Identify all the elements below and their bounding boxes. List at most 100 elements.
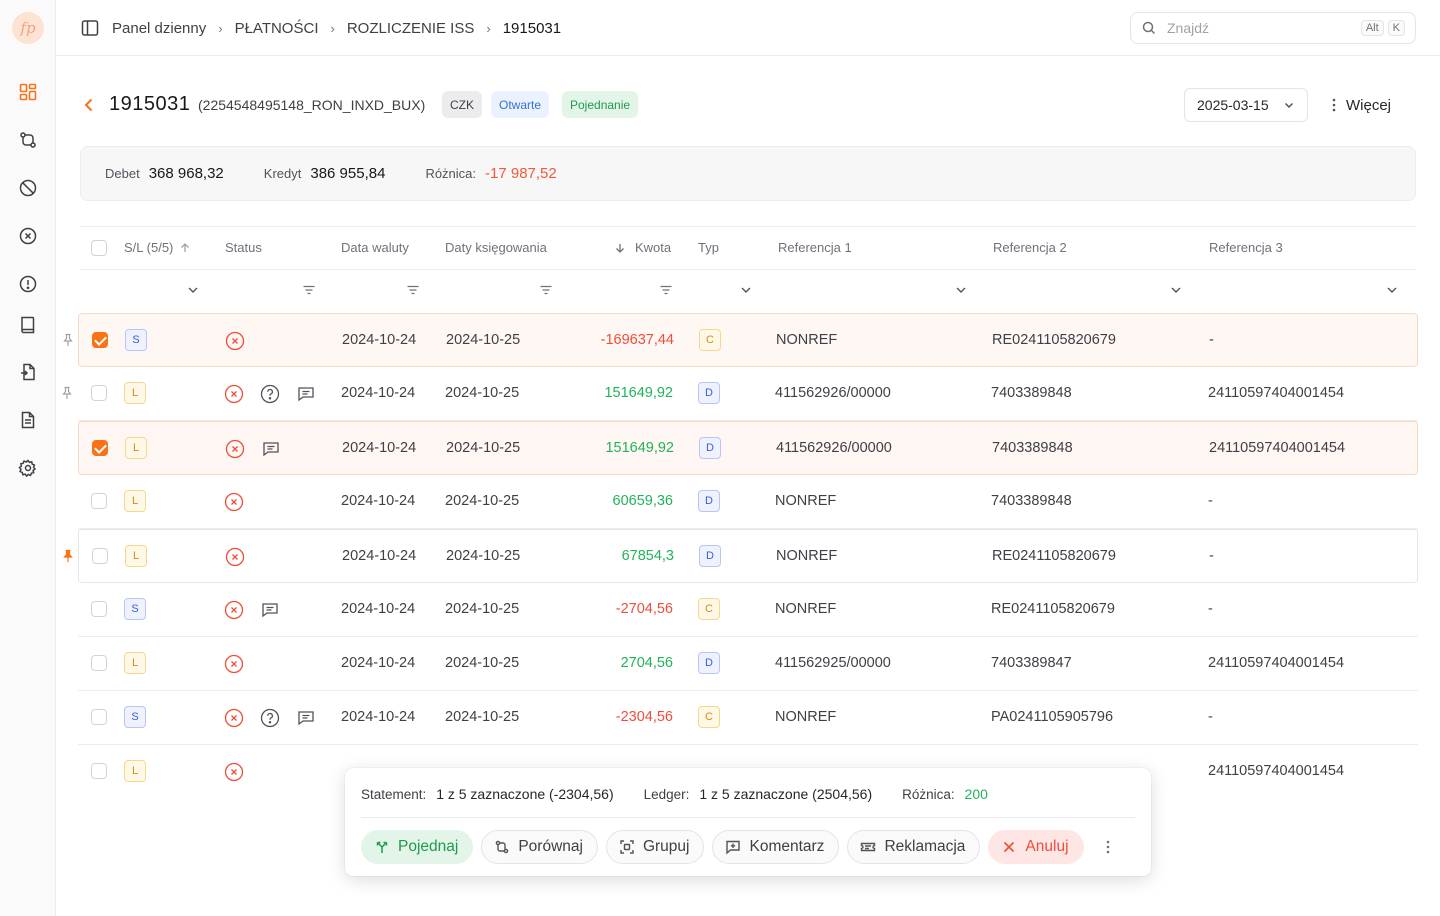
- comment-icon[interactable]: [261, 439, 281, 459]
- row-checkbox[interactable]: [92, 548, 108, 564]
- row-checkbox[interactable]: [91, 763, 107, 779]
- cancel-button[interactable]: Anuluj: [988, 830, 1084, 864]
- table-row[interactable]: L 2024-10-24 2024-10-25 60659,36 D NONRE…: [78, 475, 1418, 529]
- column-header-ref2[interactable]: Referencja 2: [993, 240, 1067, 255]
- gear-icon[interactable]: [16, 456, 40, 480]
- column-header-booking-date[interactable]: Daty księgowania: [445, 240, 547, 255]
- filter-icon[interactable]: [301, 282, 317, 298]
- table-row[interactable]: L 2024-10-24 2024-10-25 151649,92 D 4115…: [78, 421, 1418, 475]
- compare-button[interactable]: Porównaj: [481, 830, 598, 864]
- amount: -2304,56: [615, 709, 673, 725]
- row-checkbox[interactable]: [91, 601, 107, 617]
- table-row[interactable]: L 2024-10-24 2024-10-25 67854,3 D NONREF…: [63, 529, 1418, 583]
- table-row[interactable]: L 2024-10-24 2024-10-25 151649,92 D 4115…: [62, 367, 1418, 421]
- select-all-checkbox[interactable]: [91, 240, 107, 256]
- column-header-amount[interactable]: Kwota: [614, 240, 671, 255]
- row-checkbox[interactable]: [91, 709, 107, 725]
- question-icon[interactable]: [260, 384, 280, 404]
- document-icon[interactable]: [16, 408, 40, 432]
- chevron-down-icon[interactable]: [185, 282, 201, 298]
- table-row[interactable]: S 2024-10-24 2024-10-25 -169637,44 C NON…: [63, 313, 1418, 367]
- table-header: S/L (5/5) Status Data waluty Daty księgo…: [80, 226, 1416, 270]
- amount: 67854,3: [621, 548, 674, 564]
- column-header-sl[interactable]: S/L (5/5): [124, 240, 191, 255]
- chevron-down-icon[interactable]: [1384, 282, 1400, 298]
- sidebar-toggle-icon[interactable]: [80, 18, 100, 38]
- row-checkbox[interactable]: [91, 385, 107, 401]
- x-circle-icon[interactable]: [16, 224, 40, 248]
- alert-circle-icon[interactable]: [16, 272, 40, 296]
- date-select[interactable]: 2025-03-15: [1184, 88, 1308, 122]
- ref3: 24110597404001454: [1208, 655, 1345, 671]
- pin-icon[interactable]: [60, 386, 74, 400]
- reconcile-icon[interactable]: [16, 128, 40, 152]
- x-circle-icon: [224, 600, 244, 620]
- row-checkbox[interactable]: [91, 493, 107, 509]
- ref2: 7403389847: [991, 655, 1072, 671]
- breadcrumb-item[interactable]: PŁATNOŚCI: [235, 20, 319, 37]
- file-swap-icon[interactable]: [16, 360, 40, 384]
- chevron-down-icon[interactable]: [738, 282, 754, 298]
- column-header-status[interactable]: Status: [225, 240, 262, 255]
- filter-icon[interactable]: [538, 282, 554, 298]
- ref1: 411562925/00000: [775, 655, 891, 671]
- booking-date: 2024-10-25: [445, 709, 520, 725]
- credit-label: Kredyt: [263, 166, 302, 181]
- more-label: Więcej: [1346, 96, 1392, 114]
- pin-filled-icon[interactable]: [61, 549, 75, 563]
- row-checkbox[interactable]: [92, 440, 108, 456]
- amount: 151649,92: [605, 440, 674, 456]
- comment-icon[interactable]: [260, 600, 280, 620]
- row-checkbox[interactable]: [91, 655, 107, 671]
- book-icon[interactable]: [16, 312, 40, 336]
- x-circle-icon: [224, 384, 244, 404]
- value-date: 2024-10-24: [341, 655, 416, 671]
- breadcrumb-current: 1915031: [502, 19, 562, 37]
- pin-icon[interactable]: [61, 333, 75, 347]
- dashboard-icon[interactable]: [16, 80, 40, 104]
- topbar: Panel dzienny › PŁATNOŚCI › ROZLICZENIE …: [56, 0, 1440, 56]
- chevron-down-icon[interactable]: [1168, 282, 1184, 298]
- filter-icon[interactable]: [405, 282, 421, 298]
- ban-icon[interactable]: [16, 176, 40, 200]
- app-logo[interactable]: fp: [12, 12, 44, 44]
- comment-button[interactable]: Komentarz: [712, 830, 840, 864]
- claim-label: Reklamacja: [884, 838, 966, 855]
- search-input[interactable]: Znajdź Alt K: [1130, 12, 1416, 44]
- chevron-down-icon[interactable]: [953, 282, 969, 298]
- column-header-value-date[interactable]: Data waluty: [341, 240, 409, 255]
- selection-action-bar: Statement: 1 z 5 zaznaczone (-2304,56) L…: [345, 768, 1151, 876]
- booking-date: 2024-10-25: [446, 440, 521, 456]
- table-row[interactable]: L 2024-10-24 2024-10-25 2704,56 D 411562…: [78, 637, 1418, 691]
- kebab-icon: [1332, 98, 1336, 112]
- group-button[interactable]: Grupuj: [605, 830, 705, 864]
- more-button[interactable]: Więcej: [1332, 88, 1391, 122]
- breadcrumb-item[interactable]: ROZLICZENIE ISS: [347, 20, 475, 37]
- shortcut-key: K: [1387, 20, 1405, 36]
- ref1: 411562926/00000: [775, 385, 891, 401]
- sidebar: fp: [0, 0, 56, 916]
- value-date: 2024-10-24: [341, 493, 416, 509]
- match-button[interactable]: Pojednaj: [361, 830, 474, 864]
- x-circle-icon: [225, 547, 245, 567]
- column-header-ref1[interactable]: Referencja 1: [778, 240, 852, 255]
- filter-icon[interactable]: [658, 282, 674, 298]
- ref2: RE0241105820679: [992, 332, 1116, 348]
- claim-button[interactable]: Reklamacja: [847, 830, 981, 864]
- column-header-ref3[interactable]: Referencja 3: [1209, 240, 1283, 255]
- question-icon[interactable]: [260, 708, 280, 728]
- comment-icon[interactable]: [296, 708, 316, 728]
- back-arrow-icon[interactable]: [80, 96, 98, 114]
- sl-badge: L: [125, 437, 147, 459]
- type-badge: Pojednanie: [562, 91, 639, 118]
- row-checkbox[interactable]: [92, 332, 108, 348]
- x-circle-icon: [225, 439, 245, 459]
- ledger-info: Ledger: 1 z 5 zaznaczone (2504,56): [644, 786, 872, 802]
- table-row[interactable]: S 2024-10-24 2024-10-25 -2304,56 C NONRE…: [78, 691, 1418, 745]
- table-row[interactable]: S 2024-10-24 2024-10-25 -2704,56 C NONRE…: [78, 583, 1418, 637]
- breadcrumb-item[interactable]: Panel dzienny: [112, 20, 206, 37]
- column-header-type[interactable]: Typ: [698, 240, 719, 255]
- more-actions-button[interactable]: [1098, 830, 1118, 864]
- sl-badge: S: [124, 706, 146, 728]
- comment-icon[interactable]: [296, 384, 316, 404]
